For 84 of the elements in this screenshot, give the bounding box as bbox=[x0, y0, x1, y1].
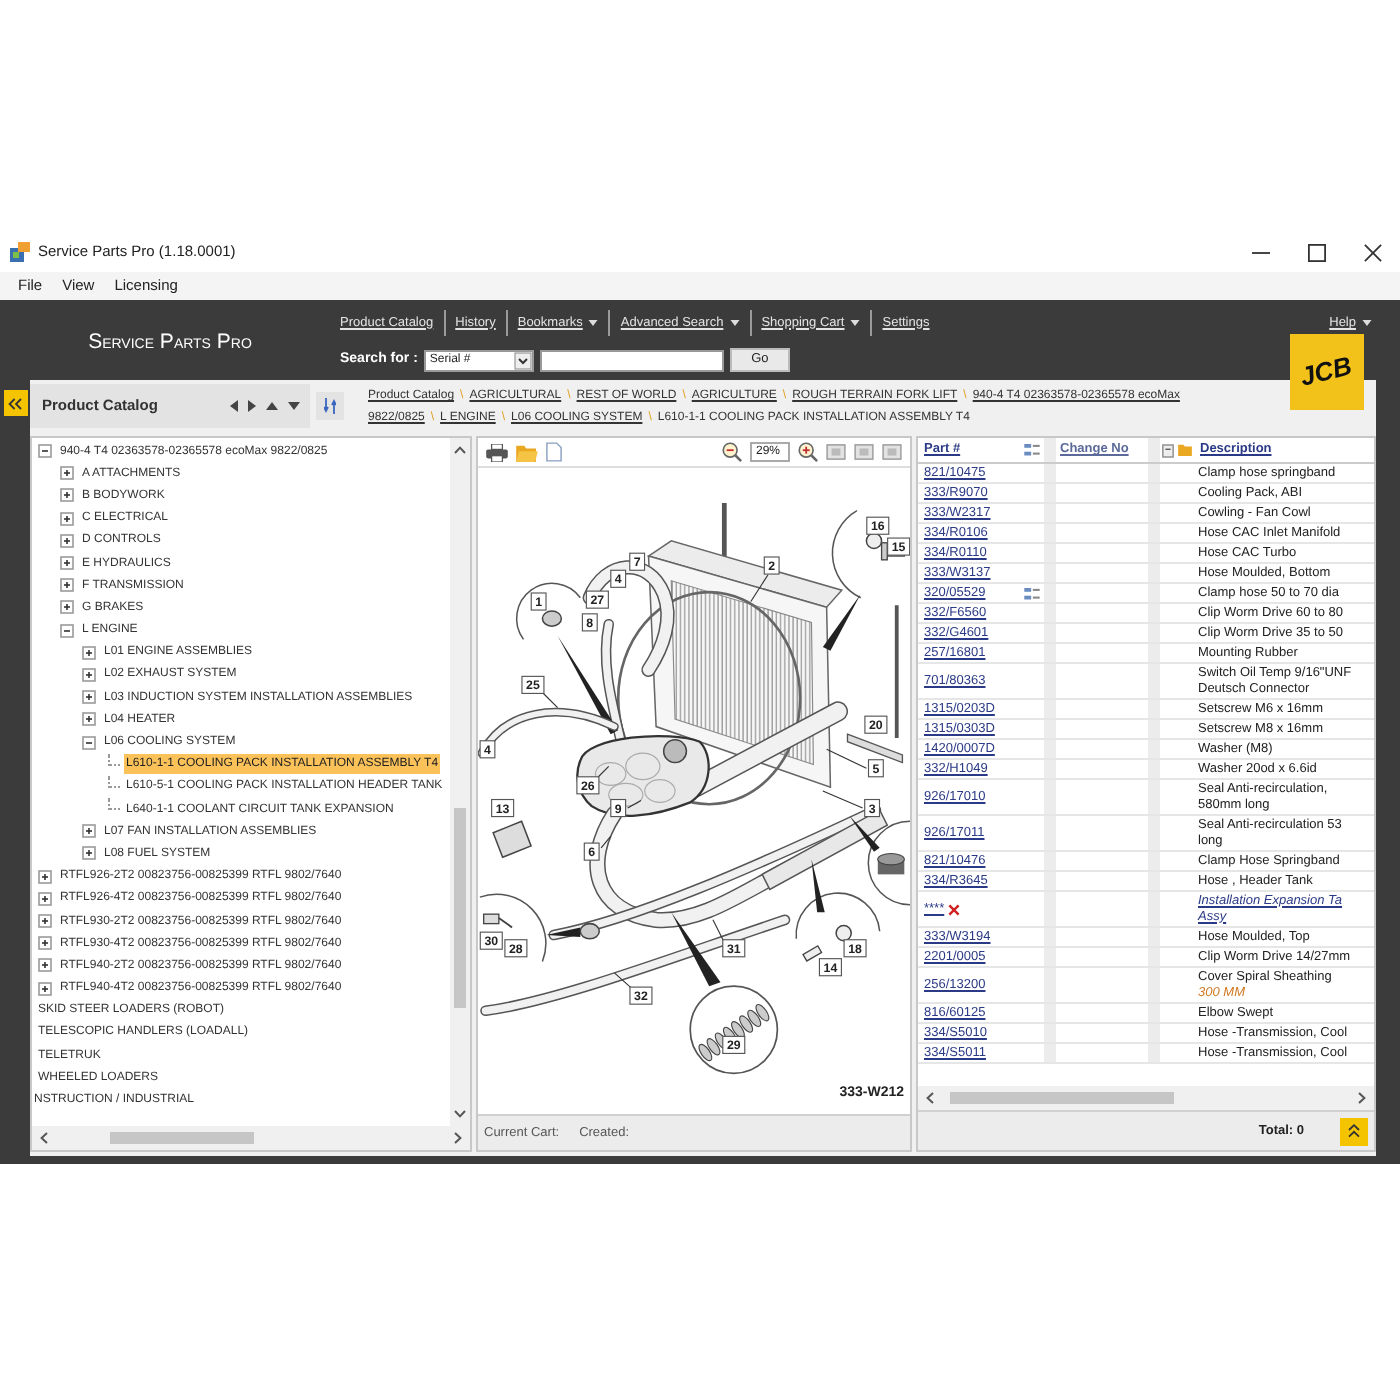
list-icon[interactable] bbox=[1023, 444, 1039, 456]
search-field[interactable] bbox=[539, 349, 724, 371]
bracket bbox=[761, 808, 889, 891]
triangle-up-icon[interactable] bbox=[266, 402, 278, 410]
detail-arc bbox=[515, 582, 582, 641]
printer-icon[interactable] bbox=[486, 443, 508, 461]
zoom-out-icon[interactable] bbox=[722, 442, 742, 462]
scrollbar-thumb[interactable] bbox=[454, 807, 466, 1008]
zoom-in-icon[interactable] bbox=[798, 442, 818, 462]
scrollbar-thumb[interactable] bbox=[110, 1132, 255, 1144]
leader-line bbox=[822, 593, 861, 651]
cross-icon bbox=[948, 903, 961, 915]
horizontal-scrollbar[interactable] bbox=[32, 1126, 470, 1150]
chevron-right-icon bbox=[454, 1132, 462, 1144]
close-icon bbox=[1363, 243, 1381, 261]
collapse-button[interactable] bbox=[3, 390, 27, 416]
plus-box-icon[interactable] bbox=[38, 869, 52, 884]
support-rod bbox=[894, 605, 899, 738]
plus-box-icon[interactable] bbox=[82, 824, 96, 839]
minus-box-icon[interactable] bbox=[82, 735, 96, 750]
minus-box-icon[interactable] bbox=[38, 444, 52, 459]
leader-line bbox=[826, 748, 867, 769]
plus-box-icon[interactable] bbox=[60, 533, 74, 548]
vertical-scrollbar[interactable] bbox=[450, 438, 470, 1126]
expansion-tank bbox=[576, 735, 710, 817]
plus-box-icon[interactable] bbox=[38, 914, 52, 929]
plus-box-icon[interactable] bbox=[60, 511, 74, 526]
rubber-mount bbox=[877, 852, 905, 875]
plus-box-icon[interactable] bbox=[38, 981, 52, 996]
plus-box-icon[interactable] bbox=[60, 600, 74, 615]
minimize-icon bbox=[1251, 251, 1269, 253]
sensor bbox=[492, 820, 533, 859]
connector bbox=[483, 913, 514, 929]
bolt bbox=[802, 945, 823, 962]
triangle-left-icon[interactable] bbox=[230, 400, 238, 412]
horizontal-scrollbar[interactable] bbox=[918, 1086, 1374, 1110]
maximize-icon bbox=[1307, 243, 1325, 261]
brand-logo: JCB bbox=[1290, 334, 1364, 410]
chevron-down-icon bbox=[513, 351, 532, 369]
arrows-icon bbox=[324, 398, 336, 414]
leader-line bbox=[849, 815, 880, 852]
washer bbox=[835, 924, 852, 942]
chevrons-left-icon bbox=[8, 397, 22, 409]
panel-toggle-button[interactable] bbox=[316, 392, 344, 420]
chevron-right-icon bbox=[1358, 1092, 1366, 1104]
minus-box-icon[interactable] bbox=[60, 623, 74, 638]
plus-box-icon[interactable] bbox=[82, 667, 96, 682]
triangle-down-icon[interactable] bbox=[288, 402, 300, 410]
plus-box-icon[interactable] bbox=[60, 466, 74, 481]
hose-clip bbox=[541, 610, 563, 627]
chevron-left-icon bbox=[40, 1132, 48, 1144]
plus-box-icon[interactable] bbox=[82, 846, 96, 861]
app-brand: Service Parts Pro bbox=[88, 328, 252, 359]
leader-line bbox=[546, 927, 581, 937]
leader-line bbox=[627, 799, 642, 809]
plus-box-icon[interactable] bbox=[82, 712, 96, 727]
detail-arc bbox=[479, 893, 547, 963]
list-icon[interactable] bbox=[1023, 587, 1039, 599]
plus-box-icon[interactable] bbox=[82, 690, 96, 705]
chevron-left-icon bbox=[926, 1092, 934, 1104]
plus-box-icon[interactable] bbox=[38, 958, 52, 973]
plus-box-icon[interactable] bbox=[38, 891, 52, 906]
leader-line bbox=[822, 790, 864, 809]
leader-line bbox=[750, 574, 769, 603]
leader-line bbox=[613, 972, 633, 989]
plus-box-icon[interactable] bbox=[60, 556, 74, 571]
triangle-right-icon[interactable] bbox=[248, 400, 256, 412]
leader-line bbox=[811, 859, 825, 913]
chevron-up-icon bbox=[454, 446, 466, 454]
detail-arc bbox=[831, 509, 862, 599]
plus-box-icon[interactable] bbox=[38, 936, 52, 951]
app-icon bbox=[10, 242, 30, 262]
chevrons-up-icon bbox=[1348, 1124, 1360, 1138]
plus-box-icon[interactable] bbox=[82, 645, 96, 660]
connector bbox=[579, 922, 600, 940]
plus-box-icon[interactable] bbox=[60, 488, 74, 503]
plus-box-icon[interactable] bbox=[60, 578, 74, 593]
column-menu-icon[interactable] bbox=[1162, 443, 1174, 457]
leader-line bbox=[596, 765, 610, 779]
chevron-down-icon bbox=[454, 1110, 466, 1118]
scrollbar-thumb[interactable] bbox=[950, 1092, 1175, 1104]
leader-line bbox=[600, 835, 612, 849]
rubber-strip bbox=[846, 733, 904, 764]
scroll-top-button[interactable] bbox=[1340, 1117, 1368, 1145]
